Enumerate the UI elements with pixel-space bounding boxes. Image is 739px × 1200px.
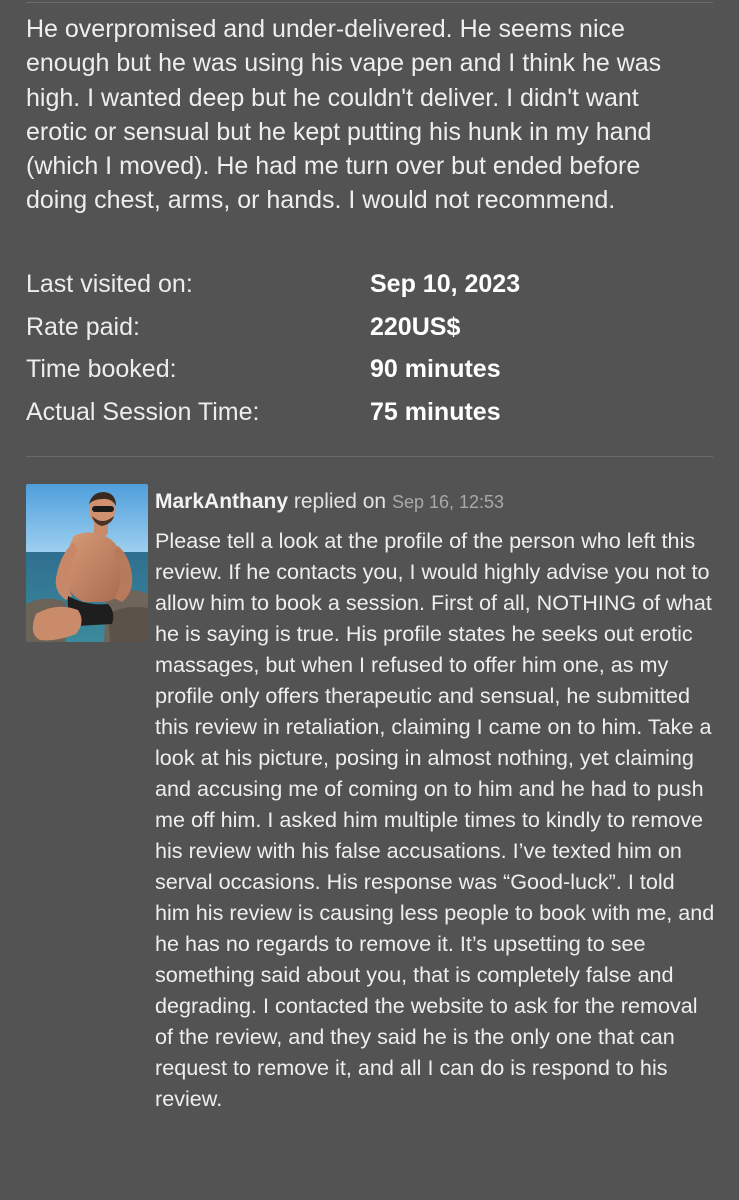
detail-label: Last visited on: [26, 270, 193, 298]
avatar[interactable] [26, 484, 148, 642]
detail-label: Rate paid: [26, 312, 140, 341]
detail-row-session-time: Actual Session Time: 75 minutes [26, 398, 716, 441]
detail-row-rate-paid: Rate paid: 220US$ [26, 313, 716, 356]
reply-header: MarkAnthany replied on Sep 16, 12:53 [155, 487, 715, 517]
detail-row-time-booked: Time booked: 90 minutes [26, 355, 716, 398]
visit-details: Last visited on: Sep 10, 2023 Rate paid:… [26, 270, 716, 440]
detail-label: Time booked: [26, 355, 177, 383]
top-divider [26, 2, 713, 3]
reply-date: Sep 16, 12:53 [391, 492, 505, 512]
reply-author-link[interactable]: MarkAnthany [155, 490, 288, 513]
section-divider [26, 456, 713, 457]
detail-row-last-visited: Last visited on: Sep 10, 2023 [26, 270, 716, 313]
reply-verb: replied on [293, 490, 387, 513]
detail-value: Sep 10, 2023 [370, 270, 521, 298]
reply-body: MarkAnthany replied on Sep 16, 12:53 Ple… [155, 487, 715, 1114]
detail-value: 75 minutes [370, 397, 501, 426]
detail-value: 90 minutes [370, 355, 501, 383]
detail-label: Actual Session Time: [26, 397, 260, 426]
review-text: He overpromised and under-delivered. He … [26, 15, 662, 215]
reply-text: Please tell a look at the profile of the… [155, 528, 715, 1111]
detail-value: 220US$ [370, 312, 461, 341]
